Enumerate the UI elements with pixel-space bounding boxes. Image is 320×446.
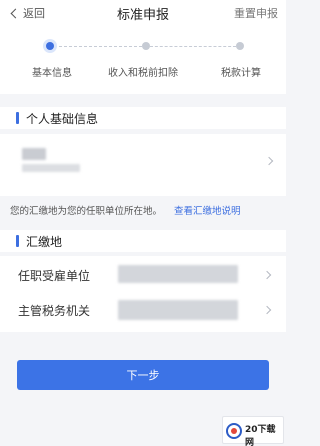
employer-label: 任职受雇单位 — [18, 269, 91, 283]
chevron-right-icon[interactable] — [262, 270, 272, 280]
step-label-income: 收入和税前扣除 — [108, 68, 178, 79]
step-dot-tax-calc — [236, 42, 244, 50]
step-label-basic-info: 基本信息 — [32, 68, 72, 79]
next-step-button[interactable]: 下一步 — [17, 360, 269, 390]
step-dot-basic-info — [46, 42, 54, 50]
redacted-tax-office — [118, 300, 238, 320]
step-connector — [150, 46, 236, 47]
tax-office-label: 主管税务机关 — [18, 304, 91, 318]
step-dot-income — [142, 42, 150, 50]
section-marker — [16, 235, 19, 247]
filing-location-hint: 您的汇缴地为您的任职单位所在地。 查看汇缴地说明 — [0, 198, 286, 220]
filing-location-header: 汇缴地 — [0, 230, 286, 252]
redacted-name — [22, 148, 46, 160]
personal-info-heading: 个人基础信息 — [26, 112, 99, 126]
redacted-employer — [118, 265, 238, 283]
step-label-tax-calc: 税款计算 — [221, 68, 261, 79]
site-watermark: 20下载网 — [222, 416, 284, 446]
personal-info-header: 个人基础信息 — [0, 107, 286, 129]
nav-bar: 返回 标准申报 重置申报 — [0, 0, 286, 26]
watermark-logo-icon — [226, 423, 242, 439]
section-marker — [16, 112, 19, 124]
watermark-text: 20下载网 — [245, 425, 276, 446]
redacted-id — [22, 164, 80, 172]
hint-text: 您的汇缴地为您的任职单位所在地。 — [10, 206, 163, 217]
filing-location-card: 任职受雇单位 主管税务机关 — [0, 256, 286, 332]
step-connector — [54, 46, 142, 47]
chevron-right-icon — [264, 156, 274, 166]
filing-location-help-link[interactable]: 查看汇缴地说明 — [174, 203, 241, 217]
personal-info-row[interactable] — [0, 134, 286, 196]
filing-location-heading: 汇缴地 — [26, 235, 63, 249]
reset-button[interactable]: 重置申报 — [234, 5, 278, 21]
step-indicator: 基本信息 收入和税前扣除 税款计算 — [0, 26, 286, 94]
chevron-right-icon[interactable] — [262, 305, 272, 315]
